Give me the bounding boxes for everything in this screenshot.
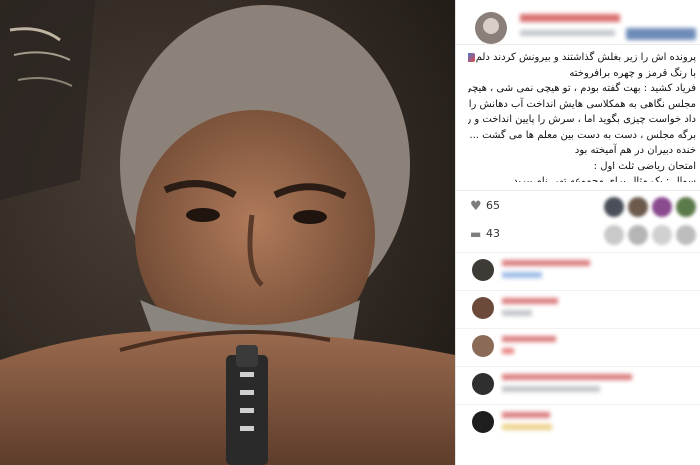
commenter-avatar[interactable] [472,411,494,433]
commenter-avatar[interactable] [472,259,494,281]
liker-avatar[interactable] [604,225,624,245]
commenter-name-redacted[interactable] [502,298,558,304]
comment-item [456,404,700,442]
caption-line: داد خواست چیزی بگوید اما ، سرش را پایین … [468,114,696,125]
comment-text-redacted [502,310,532,316]
follow-button-redacted[interactable] [626,28,696,40]
author-subline-redacted [520,30,615,36]
caption-line: امتحان ریاضی ثلث اول : [593,160,696,172]
caption-line: خنده دبیران در هم آمیخته بود [574,145,696,156]
commenter-name-redacted[interactable] [502,336,556,342]
comment-item [456,366,700,404]
instagram-post-view: پرونده اش را زیر بغلش گذاشتند و بیرونش ک… [0,0,700,465]
post-side-panel: پرونده اش را زیر بغلش گذاشتند و بیرونش ک… [455,0,700,465]
commenter-name-redacted[interactable] [502,412,550,418]
liker-avatar[interactable] [652,197,672,217]
likes-count[interactable]: 65 [486,199,500,212]
engagement-bar: ♥ 65 ▬ 43 [456,190,700,259]
liker-avatar[interactable] [628,197,648,217]
liker-avatar[interactable] [628,225,648,245]
caption-text: پرونده اش را زیر بغلش گذاشتند و بیرونش ک… [475,52,696,63]
comments-count[interactable]: 43 [486,227,500,240]
post-photo[interactable] [0,0,455,465]
liker-avatar[interactable] [604,197,624,217]
commenter-avatar[interactable] [472,297,494,319]
portrait-image [0,0,455,465]
comment-icon[interactable]: ▬ [470,227,481,241]
liker-avatars [604,197,700,219]
commenter-avatar[interactable] [472,335,494,357]
comment-text-redacted [502,272,542,278]
heart-icon[interactable]: ♥ [470,199,482,214]
author-avatar[interactable] [475,12,507,44]
comment-text-redacted [502,348,514,354]
flag-emoji-icon [468,52,475,62]
comment-item [456,290,700,328]
caption-line: برگه مجلس ، دست به دست بین معلم ها می گش… [468,129,696,141]
caption-line: مجلس نگاهی به همکلاسی هایش انداخت آب دها… [468,98,696,110]
comments-list [456,252,700,442]
caption-line: فریاد کشید : بهت گفته بودم ، تو هیچی نمی… [468,83,696,94]
commenter-avatar[interactable] [472,373,494,395]
comment-text-redacted [502,424,552,430]
commenter-name-redacted[interactable] [502,260,590,266]
post-caption: پرونده اش را زیر بغلش گذاشتند و بیرونش ک… [468,50,696,182]
liker-avatar[interactable] [676,197,696,217]
caption-line: با رنگ قرمز و چهره برافروخته [569,67,696,79]
caption-line: پرونده اش را زیر بغلش گذاشتند و بیرونش ک… [468,50,696,66]
comment-item [456,252,700,290]
liker-avatar[interactable] [676,225,696,245]
liker-avatar[interactable] [652,225,672,245]
caption-line: سوال : یک مثال برای مجموعه تهی نام ببرید [513,176,696,182]
author-username-redacted[interactable] [520,14,620,22]
comment-text-redacted [502,386,600,392]
liker-avatars-row-2 [604,225,700,247]
comment-item [456,328,700,366]
post-header [456,0,700,45]
commenter-name-redacted[interactable] [502,374,632,380]
